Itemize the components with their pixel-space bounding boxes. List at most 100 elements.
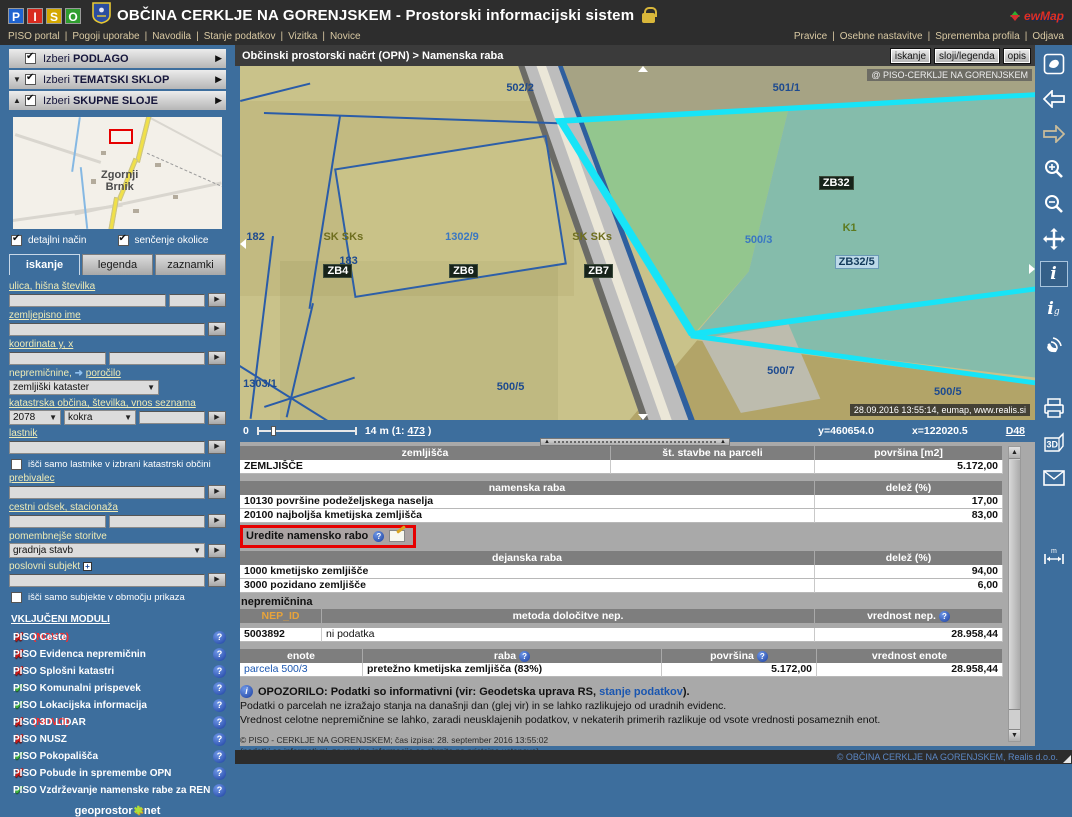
accordion-expand-icon[interactable]: ▶ bbox=[215, 53, 222, 64]
edit-pencil-icon[interactable] bbox=[389, 530, 405, 542]
owner-restrict-checkbox[interactable] bbox=[11, 459, 22, 470]
module-help-icon[interactable]: ? bbox=[213, 699, 226, 712]
skupne-checkbox[interactable] bbox=[25, 95, 36, 106]
module-help-icon[interactable]: ? bbox=[213, 716, 226, 729]
tab-legenda[interactable]: legenda bbox=[82, 254, 153, 275]
scroll-up-icon[interactable]: ▲ bbox=[1009, 447, 1020, 459]
module-help-icon[interactable]: ? bbox=[213, 682, 226, 695]
iskanje-button[interactable]: iskanje bbox=[890, 48, 931, 64]
module-pobude-opn[interactable]: PISO Pobude in spremembe OPN ? bbox=[9, 765, 226, 781]
module-help-icon[interactable]: ? bbox=[213, 648, 226, 661]
stanje-podatkov-link[interactable]: stanje podatkov bbox=[599, 686, 683, 698]
identify-tool-icon[interactable]: i bbox=[1040, 261, 1068, 287]
datum-link[interactable]: D48 bbox=[1006, 425, 1025, 437]
resident-search-button[interactable]: ▶ bbox=[208, 485, 226, 499]
realestate-select[interactable]: zemljiški kataster▼ bbox=[9, 380, 159, 395]
table-row[interactable]: 3000 pozidano zemljišče 6,00 bbox=[240, 579, 1003, 593]
opis-button[interactable]: opis bbox=[1003, 48, 1031, 64]
parcel-link[interactable]: parcela 500/3 bbox=[240, 663, 363, 677]
services-select[interactable]: gradnja stavb▼ bbox=[9, 543, 205, 558]
module-pokopalisca[interactable]: PISO Pokopališča ? bbox=[9, 748, 226, 764]
nav-stanje-podatkov[interactable]: Stanje podatkov bbox=[191, 31, 275, 42]
house-number-input[interactable] bbox=[169, 294, 205, 307]
module-help-icon[interactable]: ? bbox=[213, 733, 226, 746]
table-row[interactable]: 20100 najboljša kmetijska zemljišča 83,0… bbox=[240, 509, 1003, 523]
street-label[interactable]: ulica, hišna številka bbox=[9, 281, 226, 292]
raba-help-icon[interactable]: ? bbox=[519, 651, 530, 662]
accordion-skupne-sloje[interactable]: ▲ Izberi SKUPNE SLOJE ▶ bbox=[9, 91, 226, 110]
owner-input[interactable] bbox=[9, 441, 205, 454]
print-icon[interactable] bbox=[1040, 395, 1068, 421]
owner-label[interactable]: lastnik bbox=[9, 428, 226, 439]
panel-scrollbar[interactable]: ▲ ▼ bbox=[1008, 446, 1021, 742]
coordinate-search-button[interactable]: ▶ bbox=[208, 351, 226, 365]
shading-checkbox[interactable] bbox=[118, 235, 129, 246]
accordion-expand-icon[interactable]: ▶ bbox=[215, 95, 222, 106]
zoom-slider[interactable] bbox=[257, 430, 357, 432]
tematski-checkbox[interactable] bbox=[25, 74, 36, 85]
module-vzdrzevanje-ren[interactable]: PISO Vzdrževanje namenske rabe za REN ? bbox=[9, 782, 226, 798]
back-arrow-icon[interactable] bbox=[1040, 86, 1068, 112]
nav-osebne-nastavitve[interactable]: Osebne nastavitve bbox=[827, 31, 922, 42]
modules-title-link[interactable]: VKLJUČENI MODULI bbox=[11, 614, 110, 625]
sidebar-collapse-handle[interactable] bbox=[240, 239, 246, 249]
nav-navodila[interactable]: Navodila bbox=[140, 31, 192, 42]
panel-resize-handle[interactable]: ▲▲ bbox=[540, 438, 730, 446]
nav-novice[interactable]: Novice bbox=[317, 31, 360, 42]
road-section-label[interactable]: cestni odsek, stacionaža bbox=[9, 502, 226, 513]
coordinate-label[interactable]: koordinata y, x bbox=[9, 339, 226, 350]
table-row[interactable]: ZEMLJIŠČE 5.172,00 bbox=[240, 460, 1003, 474]
pan-icon[interactable] bbox=[1040, 226, 1068, 252]
3d-view-icon[interactable]: 3D bbox=[1040, 430, 1068, 456]
vrednost-help-icon[interactable]: ? bbox=[939, 611, 950, 622]
road-search-button[interactable]: ▶ bbox=[208, 514, 226, 528]
zoom-in-icon[interactable] bbox=[1040, 156, 1068, 182]
edit-help-icon[interactable]: ? bbox=[373, 531, 384, 542]
tab-zaznamki[interactable]: zaznamki bbox=[155, 254, 226, 275]
geoname-input[interactable] bbox=[9, 323, 205, 336]
geoname-search-button[interactable]: ▶ bbox=[208, 322, 226, 336]
street-input[interactable] bbox=[9, 294, 166, 307]
measure-icon[interactable]: m bbox=[1040, 543, 1068, 569]
nav-odjava[interactable]: Odjava bbox=[1020, 31, 1064, 42]
parcel-number-input[interactable] bbox=[139, 411, 205, 424]
module-nusz[interactable]: PISO NUSZ ? bbox=[9, 731, 226, 747]
resize-grip-icon[interactable] bbox=[1063, 755, 1071, 763]
table-row[interactable]: 1000 kmetijsko zemljišče 94,00 bbox=[240, 565, 1003, 579]
accordion-tematski-sklop[interactable]: ▼ Izberi TEMATSKI SKLOP ▶ bbox=[9, 70, 226, 89]
module-help-icon[interactable]: ? bbox=[213, 767, 226, 780]
full-extent-icon[interactable] bbox=[1040, 51, 1068, 77]
module-help-icon[interactable]: ? bbox=[213, 631, 226, 644]
road-section-input[interactable] bbox=[9, 515, 106, 528]
nav-vizitka[interactable]: Vizitka bbox=[275, 31, 317, 42]
services-search-button[interactable]: ▶ bbox=[208, 544, 226, 558]
edit-namenska-raba-link[interactable]: Uredite namensko rabo bbox=[246, 530, 368, 542]
table-row[interactable]: 10130 površine podeželjskega naselja 17,… bbox=[240, 495, 1003, 509]
module-help-icon[interactable]: ? bbox=[213, 784, 226, 797]
zoom-out-icon[interactable] bbox=[1040, 191, 1068, 217]
cadastral-label[interactable]: katastrska občina, številka, vnos seznam… bbox=[9, 398, 226, 409]
sloji-legenda-button[interactable]: sloji/legenda bbox=[934, 48, 1000, 64]
table-row[interactable]: 5003892 ni podatka 28.958,44 bbox=[240, 628, 1003, 642]
nav-pravice[interactable]: Pravice bbox=[794, 31, 827, 42]
module-komunalni-prispevek[interactable]: PISO Komunalni prispevek ? bbox=[9, 680, 226, 696]
accordion-expand-icon[interactable]: ▶ bbox=[215, 74, 222, 85]
piso-logo-s[interactable]: S bbox=[46, 8, 62, 24]
module-splosni-katastri[interactable]: PISO Splošni katastri ? bbox=[9, 663, 226, 679]
scroll-down-icon[interactable]: ▼ bbox=[1009, 729, 1020, 741]
owner-search-button[interactable]: ▶ bbox=[208, 440, 226, 454]
identify-group-tool-icon[interactable]: ig bbox=[1040, 296, 1068, 322]
business-input[interactable] bbox=[9, 574, 205, 587]
module-lokacijska-informacija[interactable]: PISO Lokacijska informacija ? bbox=[9, 697, 226, 713]
geoname-label[interactable]: zemljepisno ime bbox=[9, 310, 226, 321]
cadastral-name-select[interactable]: kokra▼ bbox=[64, 410, 136, 425]
module-help-icon[interactable]: ? bbox=[213, 750, 226, 763]
piso-logo-i[interactable]: I bbox=[27, 8, 43, 24]
tab-iskanje[interactable]: iskanje bbox=[9, 254, 80, 275]
shading-toggle[interactable]: senčenje okolice bbox=[118, 235, 225, 246]
zoom-slider-handle[interactable] bbox=[271, 426, 276, 436]
coordinate-y-input[interactable] bbox=[9, 352, 106, 365]
business-search-button[interactable]: ▶ bbox=[208, 573, 226, 587]
nav-sprememba-profila[interactable]: Sprememba profila bbox=[923, 31, 1020, 42]
road-station-input[interactable] bbox=[109, 515, 206, 528]
